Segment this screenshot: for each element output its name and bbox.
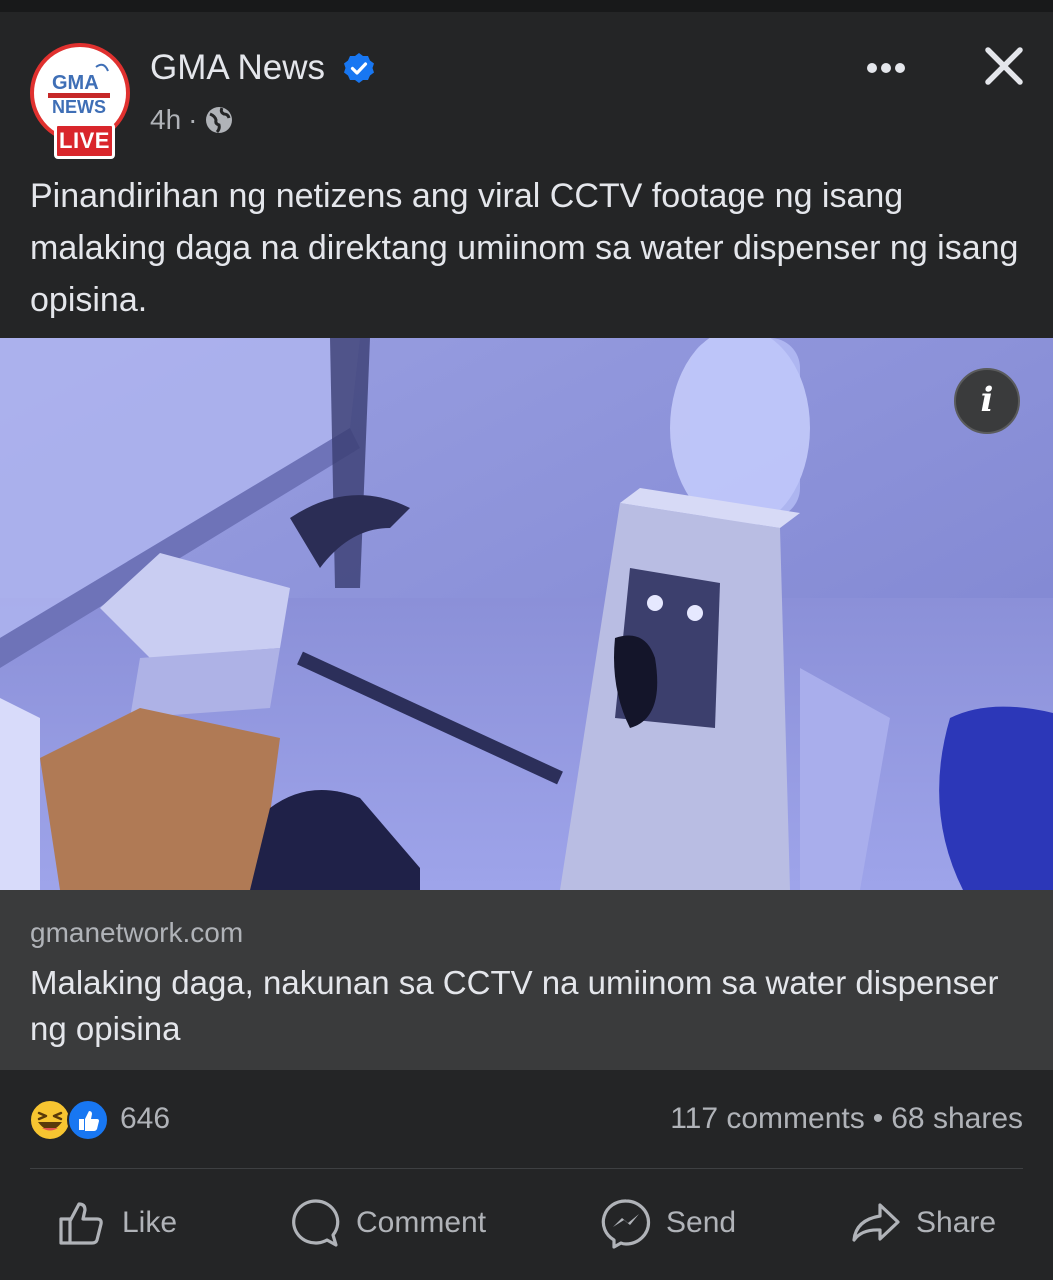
comments-shares: 117 comments • 68 shares — [670, 1102, 1023, 1136]
share-button[interactable]: Share — [850, 1195, 996, 1251]
like-button[interactable]: Like — [56, 1195, 177, 1251]
link-title[interactable]: Malaking daga, nakunan sa CCTV na umiino… — [30, 960, 1010, 1052]
comment-icon — [292, 1199, 340, 1247]
cctv-footage-image — [0, 338, 1053, 890]
divider — [30, 1168, 1023, 1169]
info-icon[interactable]: i — [954, 368, 1020, 434]
reactions-count[interactable]: 646 — [120, 1102, 170, 1136]
live-badge: LIVE — [54, 123, 115, 159]
more-options-icon[interactable] — [856, 48, 916, 88]
post-caption: Pinandirihan ng netizens ang viral CCTV … — [30, 177, 1019, 319]
messenger-icon — [601, 1199, 651, 1249]
share-label: Share — [916, 1206, 997, 1239]
close-icon[interactable] — [978, 40, 1030, 92]
link-domain: gmanetwork.com — [30, 917, 244, 948]
status-bar-strip — [0, 0, 1053, 12]
shares-count[interactable]: 68 shares — [891, 1102, 1023, 1135]
like-icon — [67, 1099, 109, 1141]
send-label: Send — [666, 1206, 737, 1239]
meta-separator: · — [188, 104, 198, 135]
share-icon — [852, 1203, 900, 1242]
comments-count[interactable]: 117 comments — [670, 1102, 865, 1135]
reactions-summary[interactable] — [28, 1098, 112, 1142]
stats-separator: • — [872, 1102, 884, 1135]
svg-text:NEWS: NEWS — [52, 97, 106, 117]
post-stats: 646 117 comments • 68 shares — [0, 1070, 1053, 1168]
like-label: Like — [122, 1206, 178, 1239]
comment-label: Comment — [356, 1206, 487, 1239]
post-meta: 4h · — [150, 104, 234, 136]
globe-icon — [206, 107, 233, 134]
post-actions: Like Comment Send Share — [0, 1170, 1053, 1280]
send-button[interactable]: Send — [600, 1195, 736, 1251]
post-header: GMA NEWS LIVE GMA News 4h · — [0, 12, 1053, 162]
link-preview-image[interactable]: i — [0, 338, 1053, 890]
comment-button[interactable]: Comment — [290, 1195, 486, 1251]
page-avatar[interactable]: GMA NEWS LIVE — [30, 43, 130, 159]
page-name[interactable]: GMA News — [150, 48, 325, 88]
verified-badge-icon — [344, 53, 374, 83]
haha-icon — [29, 1099, 71, 1141]
link-preview-card[interactable]: gmanetwork.com Malaking daga, nakunan sa… — [0, 890, 1053, 1070]
svg-text:GMA: GMA — [52, 72, 99, 94]
post-time[interactable]: 4h — [150, 104, 181, 136]
thumbs-up-icon — [59, 1202, 103, 1245]
